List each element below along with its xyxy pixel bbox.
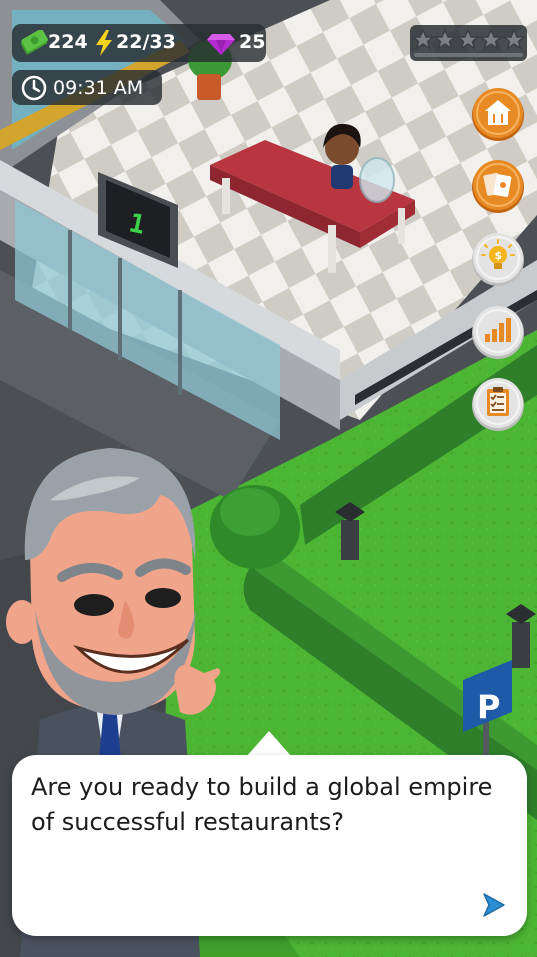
cash-amount: 224 (48, 31, 88, 53)
clock-icon (21, 75, 47, 101)
receptionist-body (331, 165, 353, 189)
investments-button[interactable]: $ (471, 233, 525, 287)
mascot-eye-right (145, 588, 181, 608)
gem-icon (207, 34, 235, 55)
clock-bar: 09:31 AM (12, 70, 162, 105)
tutorial-dialog[interactable]: Are you ready to build a global empire o… (12, 755, 527, 936)
star-icon (455, 28, 481, 51)
garden-lamp (341, 520, 359, 560)
energy-bolt-icon (96, 30, 112, 56)
tutorial-dialog-text: Are you ready to build a global empire o… (31, 773, 493, 836)
cash-icon (20, 30, 48, 55)
mascot-eye-left (74, 594, 114, 616)
svg-text:$: $ (495, 249, 503, 262)
cards-button[interactable] (471, 160, 525, 214)
counter-leg (222, 178, 230, 214)
lightbulb-money-icon: $ (472, 233, 524, 286)
parking-sign-letter: P (477, 688, 500, 726)
dialog-next-button[interactable] (480, 892, 506, 918)
garden-lamp (512, 622, 530, 668)
counter-leg (398, 208, 405, 244)
round-bush-highlight (220, 488, 280, 536)
star-icon (432, 28, 458, 51)
play-arrow-icon (483, 893, 505, 917)
stats-chart-icon (472, 306, 524, 359)
glass-jar (359, 157, 395, 203)
star-icon (501, 28, 527, 51)
speech-bubble-pointer (246, 731, 292, 757)
gem-amount: 25 (239, 31, 266, 53)
resource-bar: 224 22/33 25 (12, 24, 266, 62)
counter-leg (328, 225, 336, 273)
clock-time: 09:31 AM (53, 77, 144, 99)
restaurant-house-icon (472, 88, 524, 141)
cards-icon (472, 160, 524, 213)
tasks-button[interactable] (471, 378, 525, 432)
star-icon (410, 28, 436, 51)
potted-plant-pot (197, 74, 221, 100)
energy-amount: 22/33 (116, 31, 176, 53)
restaurant-menu-button[interactable] (471, 88, 525, 142)
star-rating[interactable] (410, 25, 527, 61)
statistics-button[interactable] (471, 306, 525, 360)
clipboard-tasks-icon (472, 378, 524, 431)
star-icon (478, 28, 504, 51)
rating-progress-track (414, 53, 523, 57)
